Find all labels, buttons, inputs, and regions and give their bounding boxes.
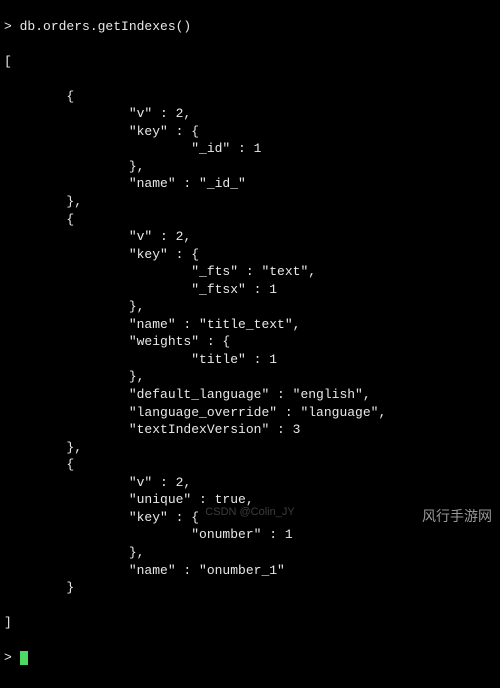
prompt-symbol: > xyxy=(4,650,20,665)
index-list: { "v" : 2, "key" : { "_id" : 1 }, "name"… xyxy=(4,89,386,595)
result-close-bracket: ] xyxy=(4,614,496,632)
prompt-symbol: > xyxy=(4,19,20,34)
result-open-bracket: [ xyxy=(4,53,496,71)
terminal-output[interactable]: > db.orders.getIndexes() [ { "v" : 2, "k… xyxy=(0,0,500,688)
prompt-line[interactable]: > xyxy=(4,649,496,667)
cursor xyxy=(20,651,28,665)
command-text: db.orders.getIndexes() xyxy=(20,19,192,34)
command-line: > db.orders.getIndexes() xyxy=(4,18,496,36)
